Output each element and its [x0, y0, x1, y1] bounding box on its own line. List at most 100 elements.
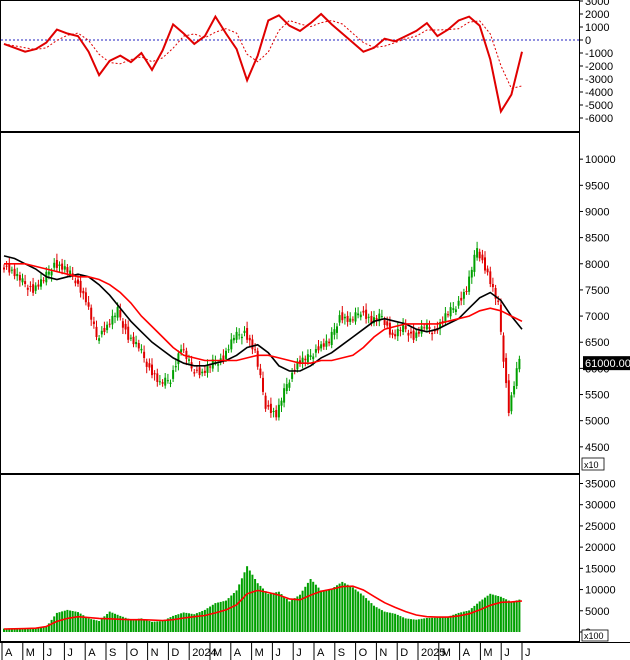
candle-body: [362, 310, 365, 313]
volume-bar: [288, 601, 291, 632]
volume-bar: [174, 615, 177, 632]
volume-bar: [158, 621, 161, 632]
candle-body: [58, 264, 61, 266]
volume-bar: [111, 612, 114, 632]
candle-body: [235, 331, 238, 340]
x-axis-label: D: [400, 647, 408, 659]
candle-body: [513, 386, 516, 395]
volume-bar: [322, 590, 325, 632]
volume-bar: [45, 626, 48, 632]
volume-bar: [433, 617, 436, 632]
candle-body: [481, 254, 484, 261]
volume-bar: [357, 591, 360, 632]
candle-body: [412, 330, 415, 340]
volume-bar: [428, 617, 431, 632]
volume-bar: [63, 610, 66, 632]
candle-body: [74, 280, 77, 284]
x-axis-label: J: [47, 647, 53, 659]
volume-bar: [235, 590, 238, 632]
volume-bar: [135, 619, 138, 632]
candle-body: [79, 280, 82, 293]
candle-body: [256, 350, 259, 367]
candle-body: [82, 290, 85, 294]
candle-body: [515, 368, 518, 386]
candle-body: [425, 324, 428, 330]
volume-bar: [383, 611, 386, 632]
volume-bar: [304, 586, 307, 632]
volume-bar: [478, 601, 481, 632]
candle-body: [193, 372, 196, 374]
candle-body: [410, 331, 412, 334]
candle-body: [10, 269, 13, 271]
volume-bar: [42, 627, 45, 632]
volume-bar: [359, 593, 362, 632]
candle-body: [135, 342, 138, 345]
candle-body: [198, 367, 201, 376]
x-axis-label: J: [525, 647, 531, 659]
volume-bar: [161, 621, 164, 632]
volume-bar: [116, 614, 119, 632]
volume-bar: [404, 618, 407, 632]
volume-bar: [325, 589, 328, 632]
candle-body: [346, 315, 349, 322]
candle-body: [399, 329, 402, 331]
volume-bar: [74, 611, 77, 632]
candle-body: [209, 366, 212, 368]
candle-body: [21, 278, 24, 283]
candle-body: [394, 334, 397, 337]
x-axis-label: S: [109, 647, 116, 659]
candle-body: [203, 370, 206, 373]
volume-bar: [69, 610, 72, 632]
x-axis-label: M: [255, 647, 264, 659]
candle-body: [166, 380, 169, 382]
candle-body: [55, 260, 58, 268]
candle-body: [454, 309, 457, 312]
volume-bar: [145, 620, 148, 632]
candle-body: [124, 323, 127, 330]
volume-bar: [217, 602, 220, 632]
candle-body: [206, 365, 209, 373]
candle-body: [462, 292, 465, 299]
candle-body: [24, 281, 27, 284]
candle-body: [269, 403, 272, 413]
volume-bar: [341, 581, 344, 632]
candle-body: [457, 300, 460, 306]
price-tick-label: 7500: [585, 285, 609, 297]
candle-body: [267, 405, 270, 407]
price-layer: [3, 241, 523, 421]
candle-body: [325, 340, 328, 347]
price-tick-label: 9000: [585, 206, 609, 218]
candle-body: [280, 400, 283, 406]
volume-bar: [143, 619, 146, 632]
last-price-label: 61000.00: [585, 358, 630, 370]
volume-bar: [436, 617, 439, 632]
candle-body: [246, 328, 249, 340]
candle-body: [251, 339, 254, 350]
volume-bar: [77, 612, 79, 632]
volume-bar: [248, 570, 251, 632]
candle-body: [232, 337, 235, 341]
x-axis-label: O: [130, 647, 139, 659]
volume-bar: [177, 614, 180, 632]
volume-bar: [375, 607, 378, 632]
candle-body: [357, 313, 360, 316]
volume-bar: [386, 612, 389, 632]
x-axis-label: O: [359, 647, 368, 659]
volume-bar: [87, 618, 90, 632]
candle-body: [365, 309, 368, 319]
volume-bar: [470, 608, 473, 632]
volume-bar: [283, 596, 286, 632]
volume-bar: [108, 611, 111, 632]
volume-bar: [444, 616, 447, 632]
candle-body: [277, 404, 280, 418]
volume-bar: [373, 605, 375, 632]
volume-bar: [127, 618, 130, 632]
volume-bar: [378, 608, 381, 632]
volume-bar: [24, 629, 27, 632]
candle-body: [478, 251, 481, 259]
candle-body: [320, 344, 323, 349]
candle-body: [285, 384, 288, 391]
volume-bar: [354, 589, 357, 632]
candle-body: [248, 337, 251, 341]
volume-bar: [90, 619, 93, 632]
